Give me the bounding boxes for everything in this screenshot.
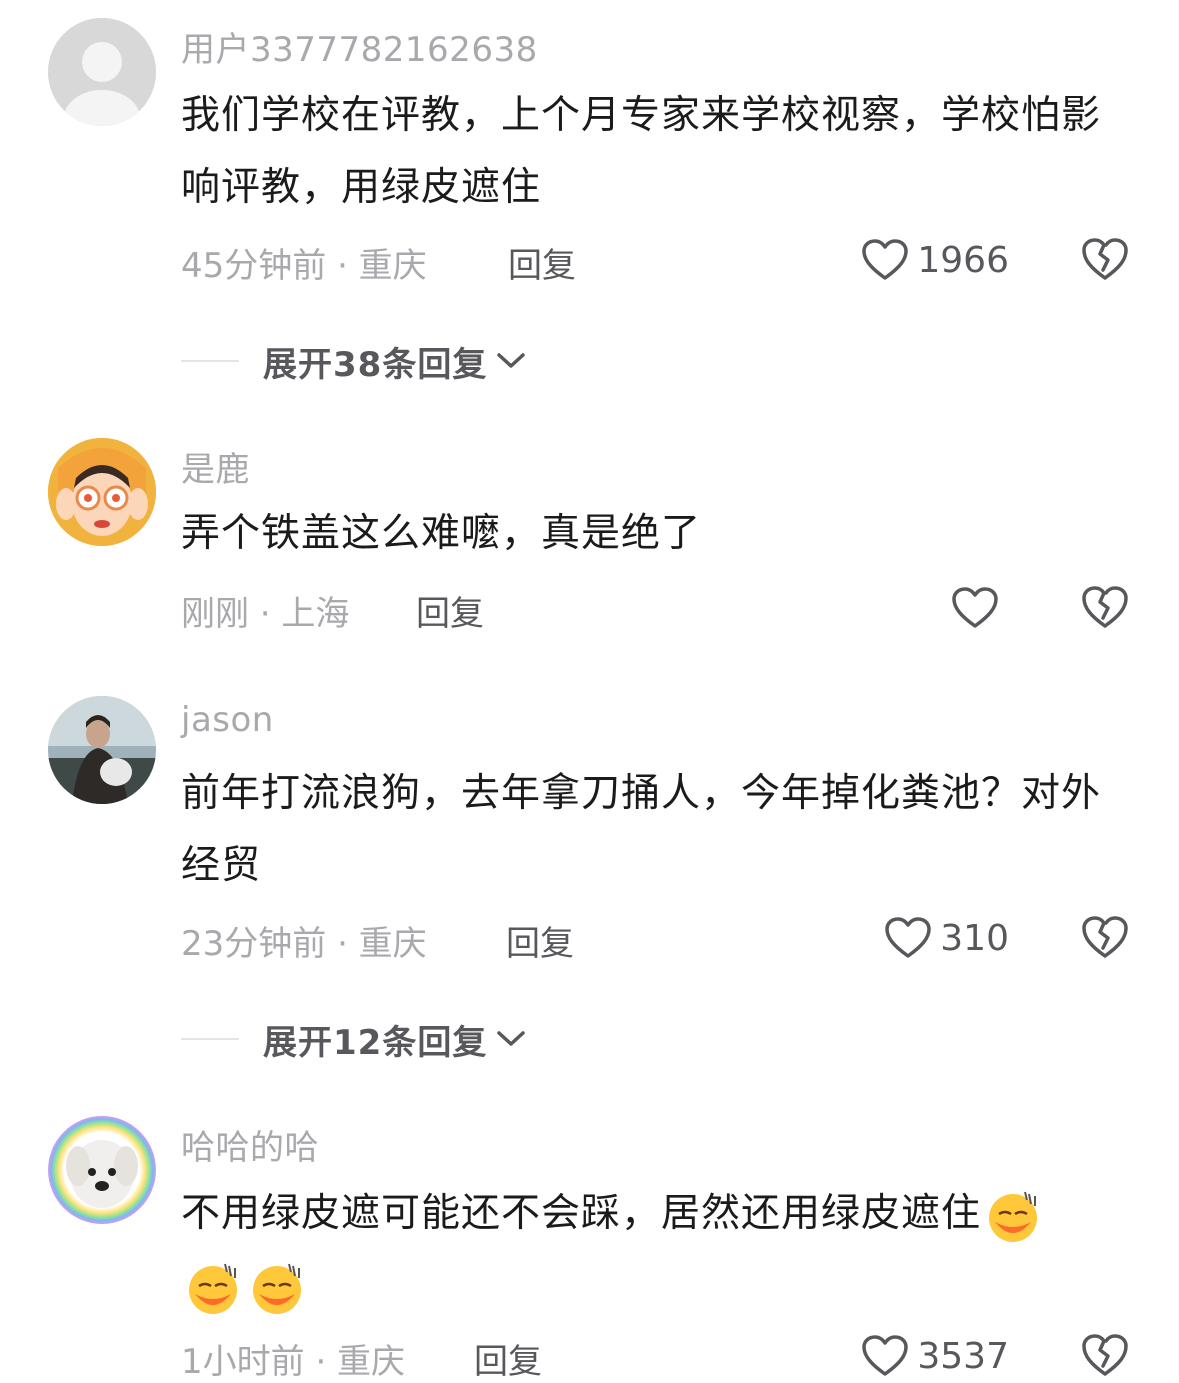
username[interactable]: jason bbox=[181, 700, 274, 740]
broken-heart-icon bbox=[1082, 916, 1128, 958]
comment-text: 我们学校在评教，上个月专家来学校视察，学校怕影响评教，用绿皮遮住 bbox=[181, 93, 1102, 210]
default-user-avatar-icon bbox=[48, 18, 156, 126]
heart-outline-icon bbox=[885, 917, 932, 958]
like-count: 310 bbox=[940, 917, 1009, 959]
dog-rainbow-avatar-icon bbox=[48, 1116, 156, 1224]
reply-button[interactable]: 回复 bbox=[416, 586, 484, 635]
like-count: 3537 bbox=[917, 1335, 1009, 1377]
reply-button[interactable]: 回复 bbox=[506, 916, 574, 965]
broken-heart-icon bbox=[1082, 1334, 1128, 1376]
sleepy-face-emoji bbox=[249, 1260, 305, 1316]
comment-text: 前年打流浪狗，去年拿刀捅人，今年掉化粪池？对外经贸 bbox=[181, 771, 1102, 888]
like-button[interactable]: 3537 bbox=[861, 1330, 1009, 1382]
dislike-button[interactable] bbox=[1080, 1332, 1130, 1382]
cartoon-girl-avatar-icon bbox=[48, 438, 156, 546]
expand-replies-label: 展开12条回复 bbox=[263, 1022, 488, 1063]
like-button[interactable] bbox=[951, 582, 1007, 634]
comment-text-content: 不用绿皮遮可能还不会踩，居然还用绿皮遮住 bbox=[181, 1191, 982, 1236]
avatar[interactable] bbox=[48, 438, 156, 546]
sleepy-face-emoji bbox=[185, 1260, 241, 1316]
avatar[interactable] bbox=[48, 18, 156, 126]
broken-heart-icon bbox=[1082, 238, 1128, 280]
username[interactable]: 是鹿 bbox=[181, 442, 250, 491]
avatar[interactable] bbox=[48, 1116, 156, 1224]
reply-button[interactable]: 回复 bbox=[508, 238, 576, 287]
dislike-button[interactable] bbox=[1080, 914, 1130, 964]
heart-outline-icon bbox=[952, 587, 998, 628]
like-button[interactable]: 1966 bbox=[861, 234, 1009, 286]
heart-outline-icon bbox=[862, 1335, 909, 1376]
like-button[interactable]: 310 bbox=[884, 912, 1009, 964]
comment-meta: 45分钟前 · 重庆 bbox=[181, 246, 427, 286]
username[interactable]: 用户3377782162638 bbox=[181, 22, 538, 71]
username[interactable]: 哈哈的哈 bbox=[181, 1120, 319, 1169]
comment-meta: 23分钟前 · 重庆 bbox=[181, 924, 427, 964]
like-count: 1966 bbox=[917, 239, 1009, 281]
expand-replies[interactable]: 展开12条回复 bbox=[181, 1014, 527, 1064]
heart-outline-icon bbox=[862, 239, 909, 280]
dislike-button[interactable] bbox=[1080, 236, 1130, 286]
dislike-button[interactable] bbox=[1080, 584, 1130, 634]
expand-replies-label: 展开38条回复 bbox=[263, 344, 488, 385]
comment-meta: 1小时前 · 重庆 bbox=[181, 1342, 406, 1382]
comment-meta: 刚刚 · 上海 bbox=[181, 594, 350, 634]
comment-text: 不用绿皮遮可能还不会踩，居然还用绿皮遮住 bbox=[181, 1178, 1121, 1322]
expand-replies[interactable]: 展开38条回复 bbox=[181, 336, 527, 386]
photo-avatar-icon bbox=[48, 696, 156, 804]
chevron-down-icon bbox=[497, 1031, 526, 1046]
comment-text: 弄个铁盖这么难嚒，真是绝了 bbox=[181, 511, 702, 556]
avatar[interactable] bbox=[48, 696, 156, 804]
divider-line bbox=[181, 1038, 239, 1040]
reply-button[interactable]: 回复 bbox=[474, 1334, 542, 1383]
broken-heart-icon bbox=[1082, 586, 1128, 628]
sleepy-face-emoji bbox=[985, 1188, 1041, 1244]
chevron-down-icon bbox=[497, 353, 526, 368]
divider-line bbox=[181, 360, 239, 362]
